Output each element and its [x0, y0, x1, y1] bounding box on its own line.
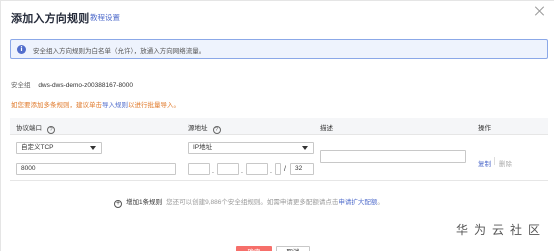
info-icon: i [17, 45, 26, 54]
add-rule-row: + 增加1条规则 您还可以创建9,886个安全组规则。如需申请更多配额请点击申请扩大… [114, 196, 384, 208]
info-text: 安全组入方向规则为白名单（允许），放通入方向网络流量。 [33, 48, 206, 55]
help-icon[interactable]: ? [212, 126, 221, 134]
chevron-down-icon [302, 146, 308, 150]
mask-separator: / [284, 166, 286, 173]
chevron-down-icon [90, 146, 96, 150]
plus-circle-icon[interactable]: + [114, 200, 122, 208]
help-icon[interactable]: ? [47, 126, 55, 134]
header-source-label: 源地址 [188, 125, 208, 132]
security-group-value: dws-dws-demo-z00388167-8000 [38, 82, 133, 89]
header-source: 源地址? [188, 122, 221, 134]
rules-table-header: 协议端口? 源地址? 描述 操作 [10, 118, 548, 135]
ip-octet-4-input[interactable] [275, 163, 281, 175]
confirm-button[interactable]: 确定 [236, 246, 272, 251]
ip-octet-3-input[interactable] [246, 163, 268, 175]
mask-input[interactable]: 32 [290, 163, 314, 175]
source-type-select-value: IP地址 [193, 144, 213, 151]
add-inbound-rule-dialog: 添加入方向规则 教程设置 i 安全组入方向规则为白名单（允许），放通入方向网络流… [0, 0, 554, 251]
protocol-select[interactable]: 自定义TCP [16, 142, 102, 154]
tutorial-link[interactable]: 教程设置 [90, 12, 120, 23]
dialog-title: 添加入方向规则 [11, 13, 90, 25]
ip-separator: . [241, 168, 243, 175]
protocol-select-value: 自定义TCP [21, 144, 54, 151]
copy-rule-link[interactable]: 复制 [478, 158, 491, 168]
ip-separator: . [212, 168, 214, 175]
import-hint-prefix: 如您要添加多条规则，建议单击 [11, 102, 102, 109]
cancel-button[interactable]: 取消 [276, 246, 310, 251]
operation-divider [494, 157, 495, 165]
ip-octet-2-input[interactable] [217, 163, 239, 175]
delete-rule-link[interactable]: 删除 [499, 158, 512, 168]
header-protocol-port: 协议端口? [16, 122, 55, 134]
header-protocol-port-label: 协议端口 [16, 125, 42, 132]
ip-separator: . [270, 168, 272, 175]
quota-hint: 您还可以创建9,886个安全组规则。如需申请更多配额请点击 [166, 199, 339, 206]
description-input[interactable] [320, 150, 466, 163]
source-type-select[interactable]: IP地址 [188, 142, 314, 154]
close-icon[interactable] [534, 5, 546, 17]
header-operation: 操作 [478, 125, 491, 132]
add-rule-link[interactable]: 增加1条规则 [126, 199, 162, 206]
import-rules-link[interactable]: 导入规则 [102, 102, 128, 109]
table-row: 自定义TCP 8000 IP地址 . . . / 32 复制 删除 [10, 135, 548, 181]
quota-hint-end: 。 [377, 199, 384, 206]
import-hint-suffix: 以进行批量导入。 [128, 102, 180, 109]
watermark: 华为云社区 [456, 223, 547, 237]
header-description: 描述 [320, 125, 333, 132]
import-hint: 如您要添加多条规则，建议单击导入规则以进行批量导入。 [11, 99, 180, 109]
port-input[interactable]: 8000 [16, 163, 176, 175]
info-banner: i 安全组入方向规则为白名单（允许），放通入方向网络流量。 [10, 39, 548, 59]
request-quota-link[interactable]: 申请扩大配额 [338, 199, 377, 206]
security-group-row: 安全组 dws-dws-demo-z00388167-8000 [11, 79, 133, 89]
ip-octet-1-input[interactable] [188, 163, 210, 175]
security-group-label: 安全组 [11, 82, 31, 89]
